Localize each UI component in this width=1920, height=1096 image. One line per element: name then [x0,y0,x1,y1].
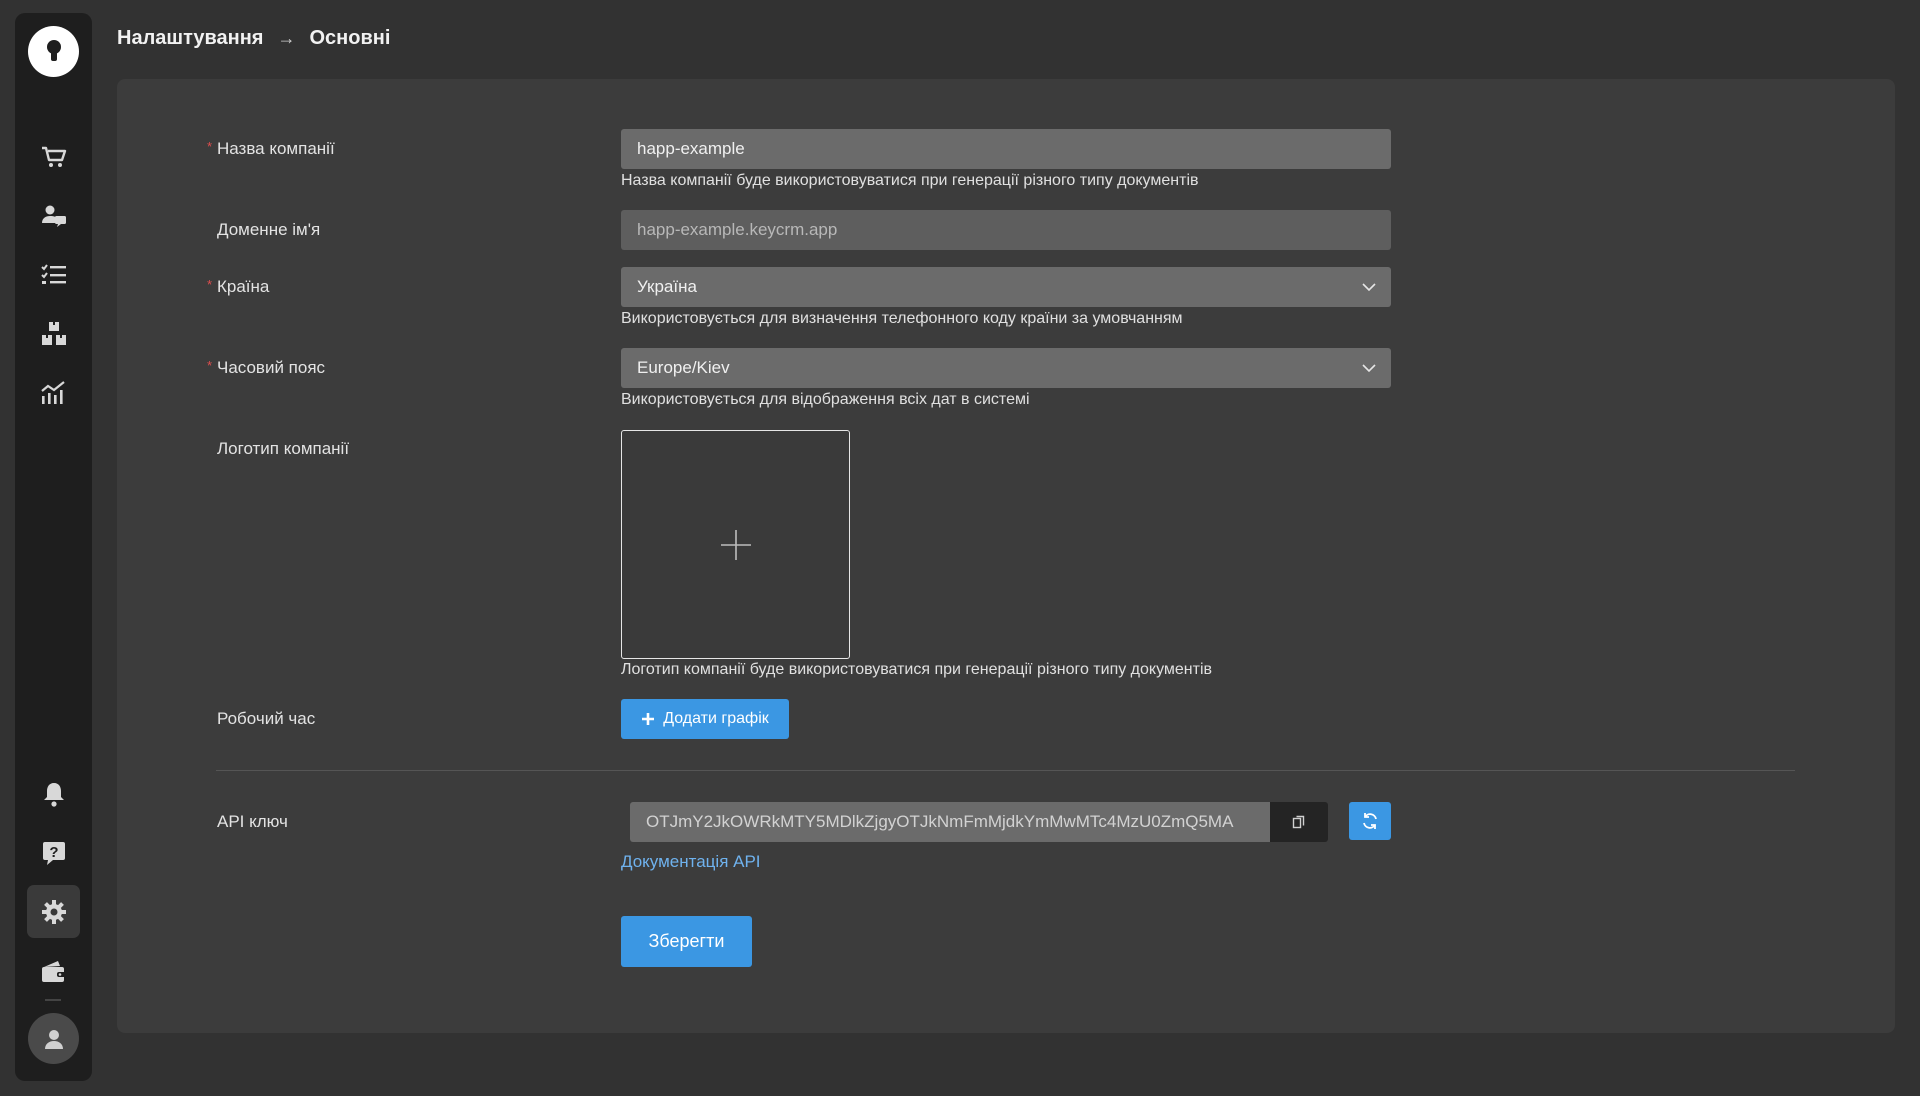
sidebar-item-help[interactable]: ? [27,826,80,879]
help-icon: ? [42,841,65,865]
required-marker: * [207,139,213,154]
company-name-input[interactable]: happ-example [621,129,1391,169]
breadcrumb-arrow-icon: → [277,27,296,48]
timezone-hint: Використовується для відображення всіх д… [621,391,1030,408]
gear-icon [41,899,66,924]
sidebar-item-billing[interactable] [27,944,80,997]
api-key-input[interactable]: OTJmY2JkOWRkMTY5MDlkZjgyOTJkNmFmMjdkYmMw… [630,802,1270,842]
tasks-icon [40,263,66,284]
app-logo[interactable] [28,26,79,77]
sidebar-item-warehouse[interactable] [27,307,80,360]
sidebar-item-customers[interactable] [27,189,80,242]
breadcrumb-parent[interactable]: Налаштування [117,27,263,50]
country-label: * Країна [207,277,270,296]
user-icon [44,1029,63,1049]
copy-api-key-button[interactable] [1270,802,1328,842]
plus-icon [720,529,751,560]
add-schedule-button[interactable]: Додати графік [621,699,789,739]
timezone-select[interactable]: Europe/Kiev [621,348,1391,388]
section-divider [216,770,1795,771]
sidebar-item-settings[interactable] [27,885,80,938]
warehouse-icon [41,321,66,345]
sidebar-item-analytics[interactable] [27,366,80,419]
logo-hint: Логотип компанії буде використовуватися … [621,661,1213,678]
sidebar-item-notifications[interactable] [27,767,80,820]
domain-input: happ-example.keycrm.app [621,210,1391,250]
country-hint: Використовується для визначення телефонн… [621,310,1183,327]
chevron-down-icon [1362,364,1376,373]
api-key-label: API ключ [217,812,288,831]
save-button[interactable]: Зберегти [621,916,752,967]
wallet-icon [41,960,66,982]
country-select[interactable]: Україна [621,267,1391,307]
breadcrumb: Налаштування → Основні [117,25,390,51]
api-docs-link[interactable]: Документація API [621,852,761,872]
sidebar-item-orders[interactable] [27,130,80,183]
copy-icon [1292,815,1305,829]
avatar[interactable] [28,1013,79,1064]
keyhole-icon [46,39,61,61]
svg-text:?: ? [49,844,58,861]
timezone-label: * Часовий пояс [207,358,326,377]
plus-icon [642,713,655,725]
breadcrumb-current: Основні [309,26,391,49]
logo-label: Логотип компанії [217,439,350,458]
refresh-icon [1363,813,1377,829]
company-name-label: * Назва компанії [207,139,335,158]
required-marker: * [207,358,213,373]
cart-icon [41,146,66,167]
regenerate-api-key-button[interactable] [1349,802,1391,840]
analytics-icon [40,380,65,404]
chevron-down-icon [1362,283,1376,292]
bell-icon [43,782,64,807]
customers-icon [41,205,66,227]
required-marker: * [207,277,213,292]
work-hours-label: Робочий час [217,709,316,728]
sidebar: ? [15,13,92,1081]
domain-label: Доменне ім'я [217,220,321,239]
sidebar-item-tasks[interactable] [27,248,80,301]
logo-upload[interactable] [621,430,850,659]
sidebar-divider [45,999,61,1001]
company-name-hint: Назва компанії буде використовуватися пр… [621,172,1199,189]
